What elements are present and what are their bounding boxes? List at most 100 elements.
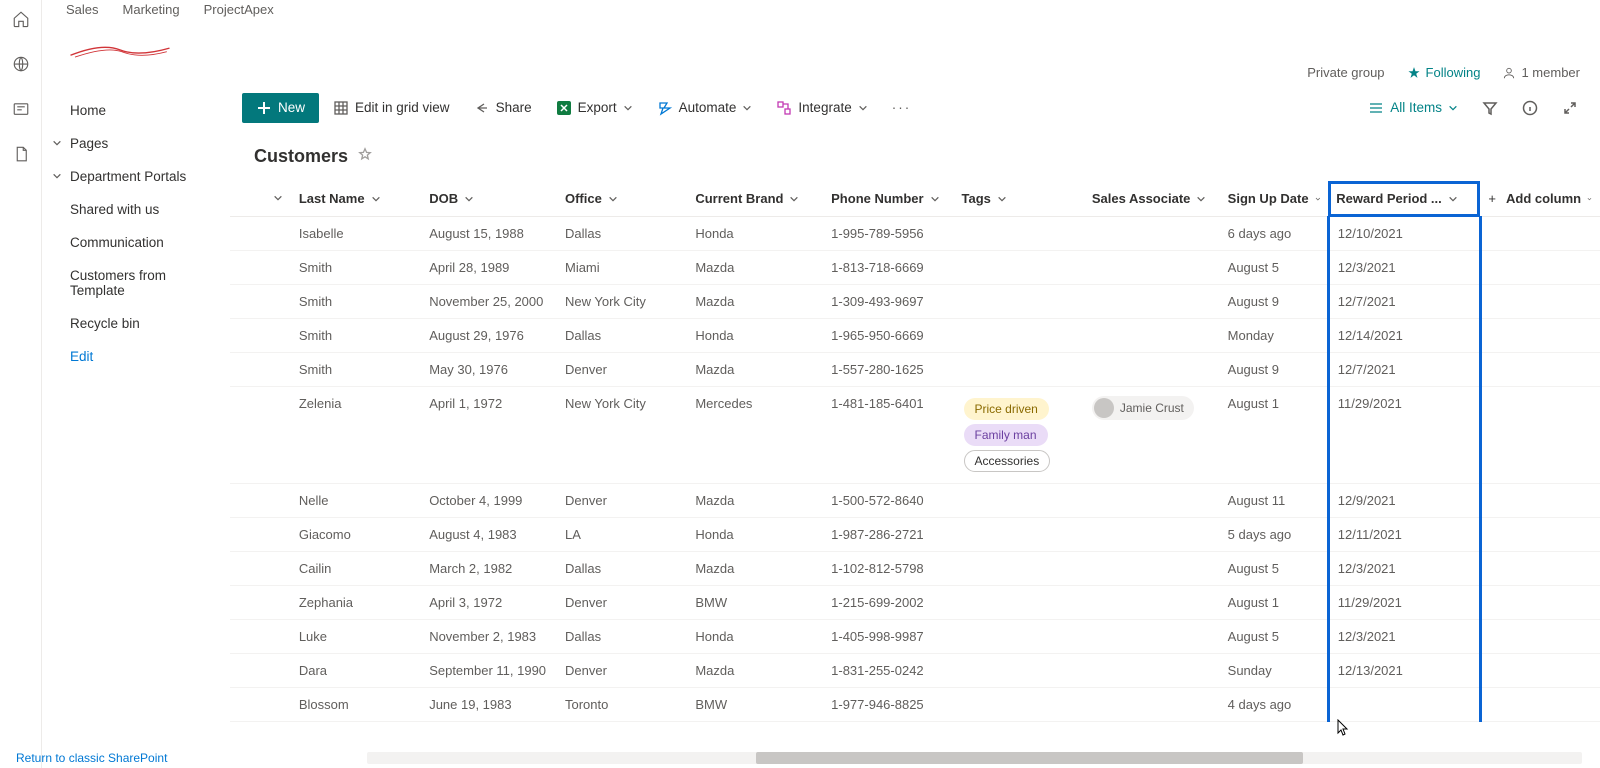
cell-brand: Mazda [687, 484, 823, 518]
classic-link[interactable]: Return to classic SharePoint [0, 751, 167, 765]
avatar [1094, 398, 1114, 418]
cell-last-name: Zelenia [291, 387, 421, 484]
cell-reward: 12/7/2021 [1328, 285, 1480, 319]
cell-last-name: Nelle [291, 484, 421, 518]
cell-brand: Honda [687, 518, 823, 552]
cell-reward [1328, 688, 1480, 722]
table-row[interactable]: ZephaniaApril 3, 1972DenverBMW1-215-699-… [230, 586, 1600, 620]
column-current-brand[interactable]: Current Brand [687, 181, 823, 217]
table-row[interactable]: SmithAugust 29, 1976DallasHonda1-965-950… [230, 319, 1600, 353]
cell-signup: August 1 [1220, 586, 1329, 620]
column-phone-number[interactable]: Phone Number [823, 181, 953, 217]
tab-sales[interactable]: Sales [66, 2, 99, 17]
view-selector[interactable]: All Items [1358, 94, 1468, 122]
cell-associate [1084, 319, 1220, 353]
cell-associate [1084, 251, 1220, 285]
cell-tags [954, 217, 1084, 251]
files-icon[interactable] [12, 145, 30, 168]
column-dob[interactable]: DOB [421, 181, 557, 217]
column-sales-associate[interactable]: Sales Associate [1084, 181, 1220, 217]
cell-dob: August 29, 1976 [421, 319, 557, 353]
favorite-icon[interactable] [358, 147, 372, 166]
automate-button[interactable]: Automate [647, 94, 763, 122]
nav-shared-with-us[interactable]: Shared with us [42, 193, 229, 226]
cell-tags [954, 654, 1084, 688]
add-column-button[interactable]: +Add column [1480, 181, 1600, 217]
chevron-down-icon[interactable] [273, 191, 283, 206]
cell-last-name: Isabelle [291, 217, 421, 251]
column-reward-period[interactable]: Reward Period ... [1328, 181, 1480, 217]
app-rail [0, 0, 42, 768]
cell-phone: 1-500-572-8640 [823, 484, 953, 518]
cell-brand: Honda [687, 319, 823, 353]
nav-home[interactable]: Home [42, 94, 229, 127]
nav-edit[interactable]: Edit [42, 340, 229, 373]
new-button[interactable]: New [242, 93, 319, 123]
cell-tags: Price drivenFamily manAccessories [954, 387, 1084, 484]
column-sign-up-date[interactable]: Sign Up Date [1220, 181, 1329, 217]
cell-dob: April 3, 1972 [421, 586, 557, 620]
following-button[interactable]: Following [1407, 65, 1481, 80]
cell-signup: Monday [1220, 319, 1329, 353]
table-row[interactable]: ZeleniaApril 1, 1972New York CityMercede… [230, 387, 1600, 484]
globe-icon[interactable] [12, 55, 30, 78]
cell-dob: September 11, 1990 [421, 654, 557, 688]
cell-tags [954, 586, 1084, 620]
table-row[interactable]: SmithApril 28, 1989MiamiMazda1-813-718-6… [230, 251, 1600, 285]
cell-signup: August 9 [1220, 353, 1329, 387]
cell-dob: August 15, 1988 [421, 217, 557, 251]
table-row[interactable]: NelleOctober 4, 1999DenverMazda1-500-572… [230, 484, 1600, 518]
edit-grid-button[interactable]: Edit in grid view [323, 94, 460, 122]
integrate-button[interactable]: Integrate [766, 94, 877, 122]
nav-customers-template[interactable]: Customers from Template [42, 259, 229, 307]
table-row[interactable]: CailinMarch 2, 1982DallasMazda1-102-812-… [230, 552, 1600, 586]
cell-brand: Mazda [687, 251, 823, 285]
nav-recycle-bin[interactable]: Recycle bin [42, 307, 229, 340]
overflow-button[interactable]: ··· [882, 94, 922, 121]
cell-signup: 5 days ago [1220, 518, 1329, 552]
column-tags[interactable]: Tags [954, 181, 1084, 217]
cell-office: Dallas [557, 319, 687, 353]
tab-projectapex[interactable]: ProjectApex [204, 2, 274, 17]
cell-associate [1084, 688, 1220, 722]
cell-last-name: Zephania [291, 586, 421, 620]
table-row[interactable]: SmithMay 30, 1976DenverMazda1-557-280-16… [230, 353, 1600, 387]
column-office[interactable]: Office [557, 181, 687, 217]
tab-marketing[interactable]: Marketing [123, 2, 180, 17]
person-chip[interactable]: Jamie Crust [1092, 396, 1194, 420]
cell-office: Dallas [557, 217, 687, 251]
table-row[interactable]: BlossomJune 19, 1983TorontoBMW1-977-946-… [230, 688, 1600, 722]
horizontal-scrollbar[interactable] [367, 752, 1582, 764]
expand-button[interactable] [1552, 94, 1588, 122]
table-row[interactable]: SmithNovember 25, 2000New York CityMazda… [230, 285, 1600, 319]
table-row[interactable]: IsabelleAugust 15, 1988DallasHonda1-995-… [230, 217, 1600, 251]
filter-button[interactable] [1472, 94, 1508, 122]
cell-signup: August 11 [1220, 484, 1329, 518]
cell-office: Miami [557, 251, 687, 285]
cell-office: Denver [557, 484, 687, 518]
cell-tags [954, 620, 1084, 654]
members-button[interactable]: 1 member [1502, 65, 1580, 80]
home-icon[interactable] [12, 10, 30, 33]
nav-department-portals[interactable]: Department Portals [42, 160, 229, 193]
cell-brand: Mercedes [687, 387, 823, 484]
cell-reward: 12/7/2021 [1328, 353, 1480, 387]
table-row[interactable]: GiacomoAugust 4, 1983LAHonda1-987-286-27… [230, 518, 1600, 552]
cell-tags [954, 552, 1084, 586]
cell-reward: 12/10/2021 [1328, 217, 1480, 251]
nav-pages[interactable]: Pages [42, 127, 229, 160]
cell-reward: 12/13/2021 [1328, 654, 1480, 688]
cell-phone: 1-405-998-9987 [823, 620, 953, 654]
table-row[interactable]: DaraSeptember 11, 1990DenverMazda1-831-2… [230, 654, 1600, 688]
info-button[interactable] [1512, 94, 1548, 122]
nav-communication[interactable]: Communication [42, 226, 229, 259]
cell-phone: 1-995-789-5956 [823, 217, 953, 251]
column-last-name[interactable]: Last Name [291, 181, 421, 217]
cell-last-name: Smith [291, 319, 421, 353]
cell-tags [954, 319, 1084, 353]
share-button[interactable]: Share [464, 94, 542, 122]
export-button[interactable]: Export [546, 94, 643, 122]
cell-office: Dallas [557, 552, 687, 586]
table-row[interactable]: LukeNovember 2, 1983DallasHonda1-405-998… [230, 620, 1600, 654]
news-icon[interactable] [12, 100, 30, 123]
